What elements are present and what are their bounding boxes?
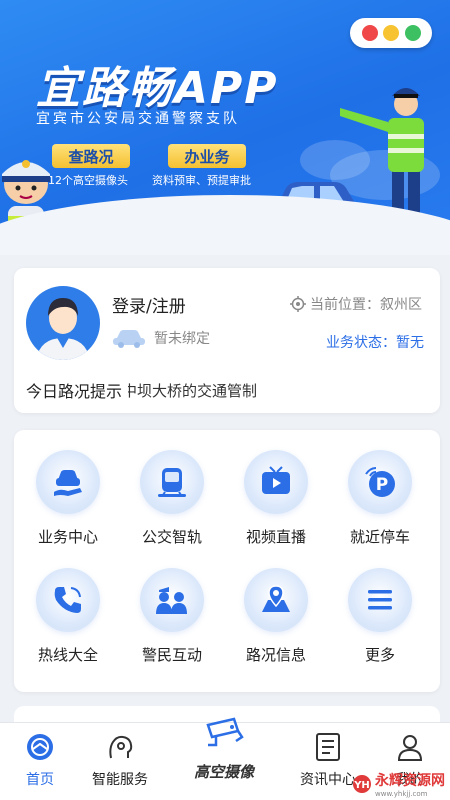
- service-label: 路况信息: [245, 646, 306, 664]
- tab-label: 智能服务: [92, 772, 148, 788]
- bus-icon: [140, 450, 204, 514]
- user-card: 登录/注册 当前位置：叙州区 暂未绑定 业务状态：暂无 今日路况提示 中坝大桥的…: [14, 268, 440, 413]
- business-status[interactable]: 业务状态：暂无: [326, 332, 424, 352]
- service-label: 更多: [364, 646, 395, 664]
- service-label: 业务中心: [37, 528, 98, 546]
- service-label: 视频直播: [245, 528, 306, 546]
- handle-business-note: 资料预审、预提审批: [152, 174, 251, 187]
- notice-label: 今日路况提示: [14, 378, 129, 402]
- service-video-live[interactable]: 视频直播: [226, 450, 326, 547]
- service-label: 就近停车: [349, 528, 410, 546]
- traffic-light-icon: [350, 18, 432, 48]
- location-label: 当前位置：叙州区: [310, 297, 422, 313]
- tab-home[interactable]: 首页: [0, 731, 80, 789]
- police-interaction-icon: [140, 568, 204, 632]
- tab-smart-service[interactable]: 智能服务: [80, 731, 160, 789]
- camera-icon: [184, 713, 264, 755]
- service-hotline[interactable]: 热线大全: [18, 568, 118, 665]
- home-icon: [0, 731, 80, 763]
- map-pin-icon: [244, 568, 308, 632]
- service-police-interaction[interactable]: 警民互动: [122, 568, 222, 665]
- menu-icon: [348, 568, 412, 632]
- current-location[interactable]: 当前位置：叙州区: [290, 294, 422, 314]
- carousel-indicator[interactable]: [213, 224, 253, 232]
- svg-text:P: P: [376, 475, 388, 495]
- cartoon-police-illustration: [2, 160, 50, 255]
- service-label: 热线大全: [37, 646, 98, 664]
- traffic-notice[interactable]: 今日路况提示 中坝大桥的交通管制: [14, 370, 440, 410]
- user-icon: [370, 731, 450, 763]
- watermark: YH 永辉资源网 www.yhkjj.com: [352, 770, 445, 798]
- service-grid: 业务中心 公交智轨 视频直播 P 就近停车 热线大全 警民互动 路况信息 更多: [14, 430, 440, 692]
- parking-icon: P: [348, 450, 412, 514]
- watermark-logo-icon: YH: [353, 775, 371, 793]
- app-subtitle: 宜宾市公安局交通警察支队: [36, 111, 240, 127]
- car-icon: [113, 330, 145, 348]
- service-bus-rail[interactable]: 公交智轨: [122, 450, 222, 547]
- app-title: 宜路畅APP: [36, 63, 279, 114]
- service-label: 公交智轨: [141, 528, 202, 546]
- avatar[interactable]: [26, 286, 100, 360]
- tab-label: 高空摄像: [193, 763, 254, 781]
- service-business-center[interactable]: 业务中心: [18, 450, 118, 547]
- car-status-text: 暂未绑定: [154, 331, 210, 347]
- vehicle-binding-status[interactable]: 暂未绑定: [112, 328, 210, 348]
- service-road-info[interactable]: 路况信息: [226, 568, 326, 665]
- traffic-police-illustration: [340, 88, 442, 231]
- notice-text[interactable]: 中坝大桥的交通管制: [122, 380, 257, 401]
- carousel-dot[interactable]: [245, 224, 253, 232]
- tab-label: 首页: [26, 772, 54, 788]
- car-service-icon: [36, 450, 100, 514]
- phone-icon: [36, 568, 100, 632]
- handle-business-badge[interactable]: 办业务: [168, 144, 246, 168]
- watermark-text: 永辉资源网: [375, 773, 445, 789]
- news-icon: [288, 731, 368, 763]
- smart-service-icon: [80, 731, 160, 763]
- location-target-icon: [290, 296, 306, 312]
- tv-icon: [244, 450, 308, 514]
- svg-text:YH: YH: [353, 780, 370, 791]
- promo-banner[interactable]: 宜路畅APP 宜宾市公安局交通警察支队 查路况 12个高空摄像头 办业务 资料预…: [0, 0, 450, 255]
- service-nearby-parking[interactable]: P 就近停车: [330, 450, 430, 547]
- service-label: 警民互动: [141, 646, 202, 664]
- tab-aerial-camera[interactable]: 高空摄像: [184, 713, 264, 782]
- check-traffic-note: 12个高空摄像头: [48, 174, 128, 187]
- service-more[interactable]: 更多: [330, 568, 430, 665]
- watermark-url: www.yhkjj.com: [375, 790, 428, 798]
- check-traffic-badge[interactable]: 查路况: [52, 144, 130, 168]
- login-register-link[interactable]: 登录/注册: [112, 292, 186, 317]
- carousel-dot[interactable]: [213, 224, 221, 232]
- carousel-dot[interactable]: [229, 224, 237, 232]
